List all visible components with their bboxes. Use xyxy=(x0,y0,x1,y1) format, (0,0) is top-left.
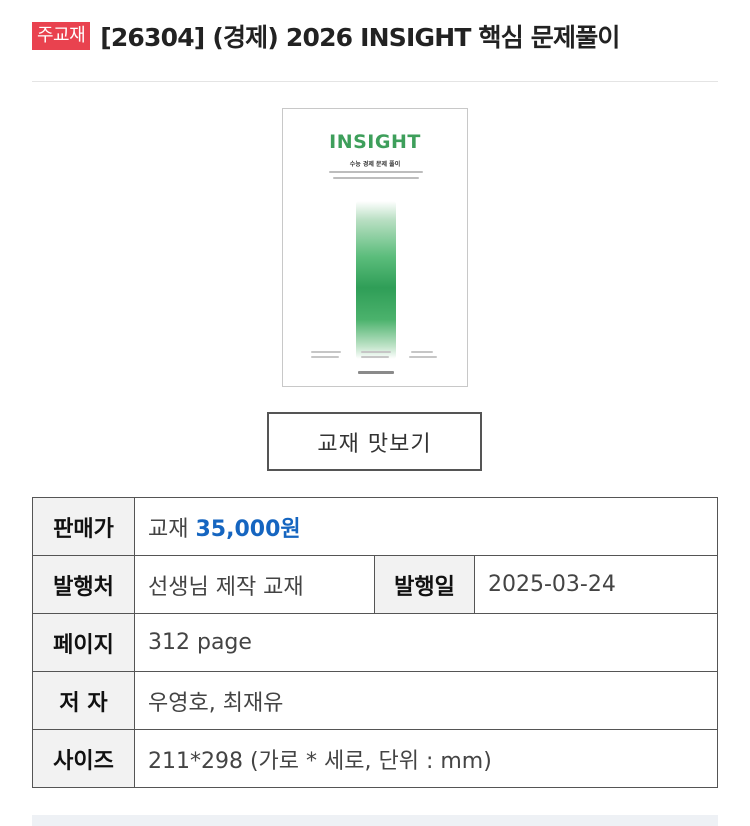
product-header: 주교재 [26304] (경제) 2026 INSIGHT 핵심 문제풀이 xyxy=(32,18,718,54)
table-row: 판매가 교재 35,000원 xyxy=(32,497,718,556)
cover-text-line xyxy=(329,171,423,173)
cover-gradient-graphic xyxy=(356,201,396,359)
price-label: 판매가 xyxy=(32,497,135,556)
cover-subtitle: 수능 경제 문제 풀이 xyxy=(349,161,401,168)
cover-footer-text xyxy=(311,351,341,353)
author-label: 저 자 xyxy=(32,671,135,730)
table-row: 발행처 선생님 제작 교재 발행일 2025-03-24 xyxy=(32,555,718,614)
cover-footer-text xyxy=(409,356,437,358)
size-label: 사이즈 xyxy=(32,729,135,788)
table-row: 사이즈 211*298 (가로 * 세로, 단위 : mm) xyxy=(32,729,718,788)
cover-footer-text xyxy=(411,351,433,353)
product-info-table: 판매가 교재 35,000원 발행처 선생님 제작 교재 발행일 2025-03… xyxy=(32,497,718,788)
price-prefix: 교재 xyxy=(148,516,189,542)
author-value: 우영호, 최재유 xyxy=(134,671,718,730)
publisher-label: 발행처 xyxy=(32,555,135,614)
price-cell: 교재 35,000원 xyxy=(134,497,718,556)
cover-text-line xyxy=(333,177,419,179)
cover-title: INSIGHT xyxy=(329,131,421,153)
header-divider xyxy=(32,81,718,82)
pages-value: 312 page xyxy=(134,613,718,672)
main-textbook-badge: 주교재 xyxy=(32,22,91,50)
price-value: 35,000원 xyxy=(195,516,301,542)
pages-label: 페이지 xyxy=(32,613,135,672)
publish-date-label: 발행일 xyxy=(374,555,475,614)
textbook-preview-button[interactable]: 교재 맛보기 xyxy=(267,412,482,471)
table-row: 페이지 312 page xyxy=(32,613,718,672)
publish-date-value: 2025-03-24 xyxy=(474,555,718,614)
publisher-value: 선생님 제작 교재 xyxy=(134,555,375,614)
cover-footer-text xyxy=(311,356,339,358)
book-cover-image: INSIGHT 수능 경제 문제 풀이 xyxy=(282,108,468,387)
table-row: 저 자 우영호, 최재유 xyxy=(32,671,718,730)
product-title: [26304] (경제) 2026 INSIGHT 핵심 문제풀이 xyxy=(100,23,620,52)
cover-footer-text xyxy=(361,356,389,358)
bottom-section-edge xyxy=(32,815,718,826)
size-value: 211*298 (가로 * 세로, 단위 : mm) xyxy=(134,729,718,788)
cover-footer-text xyxy=(361,351,391,353)
cover-publisher-logo xyxy=(358,371,394,374)
